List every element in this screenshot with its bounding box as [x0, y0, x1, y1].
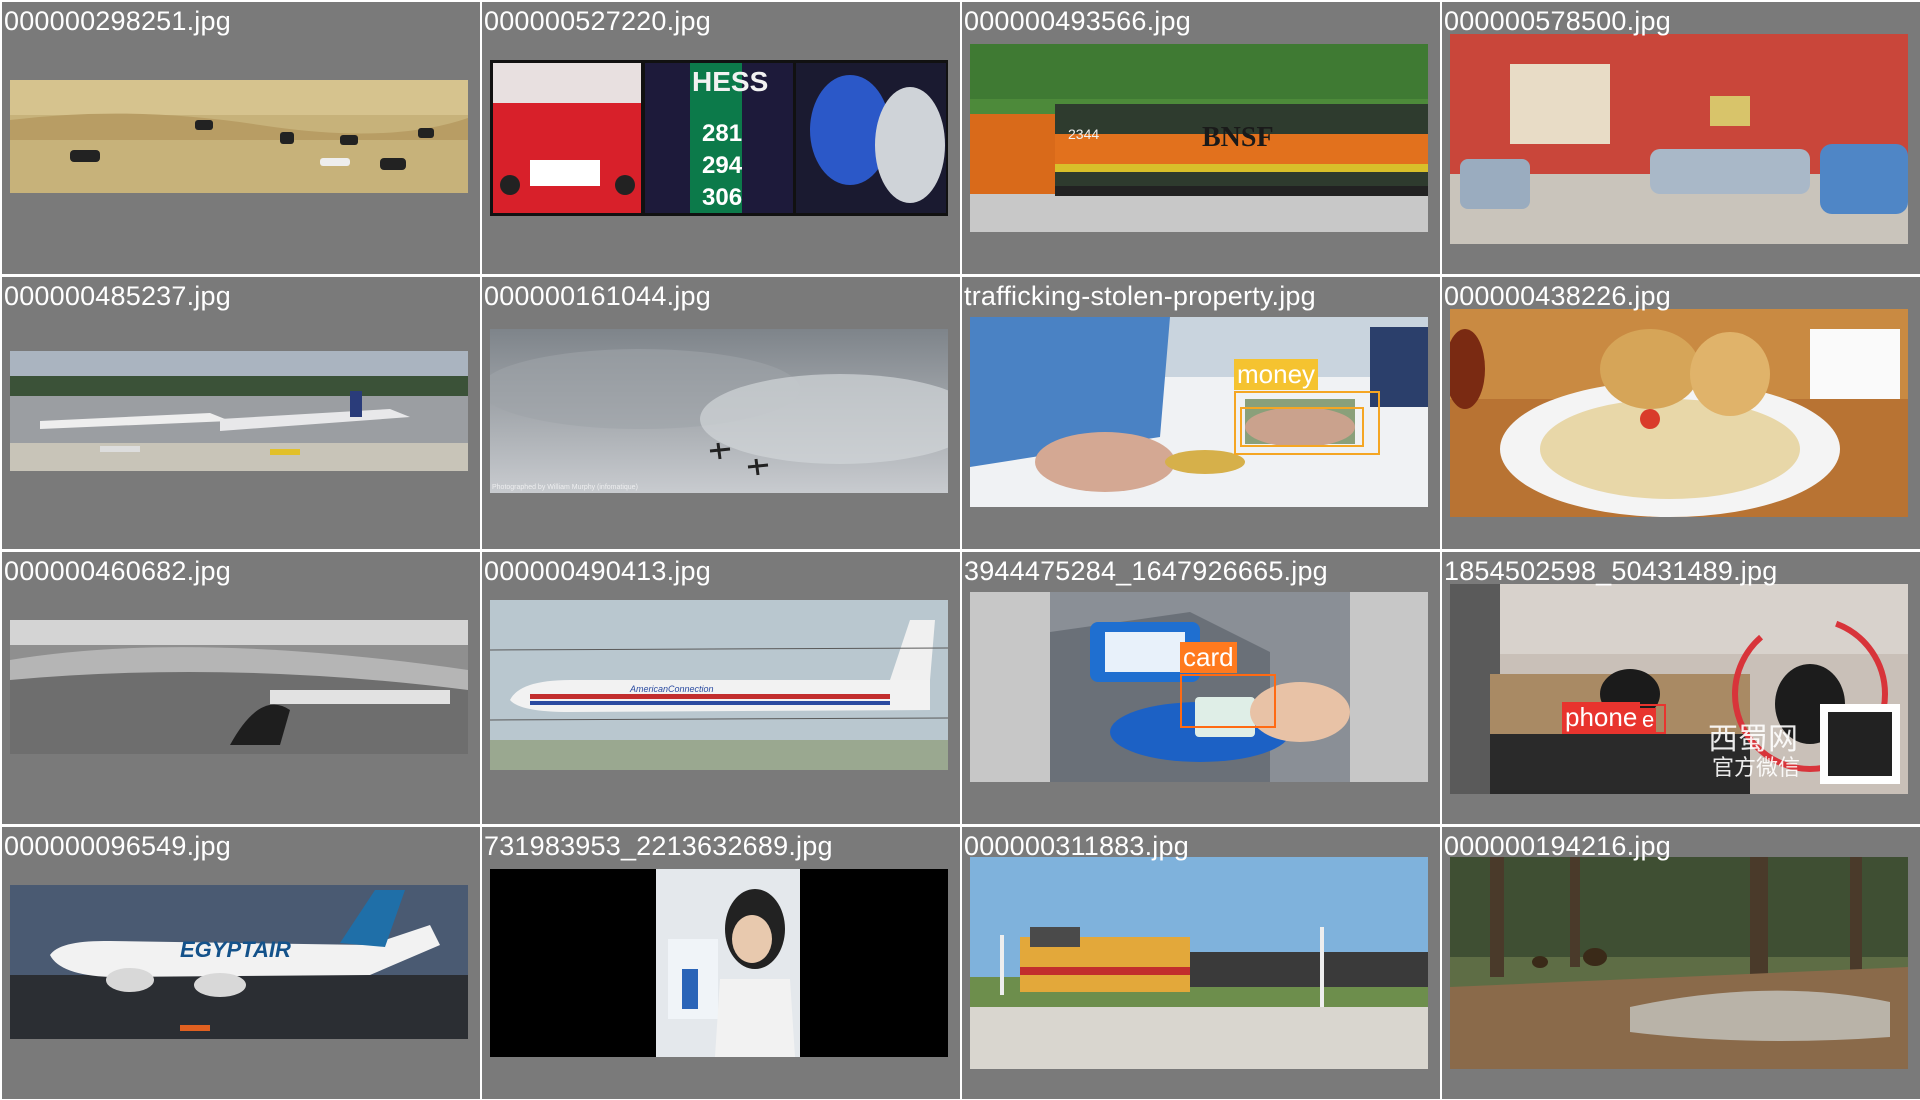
thumbnail-card-turnstile: card [970, 592, 1428, 782]
loco-number: 2344 [1068, 126, 1100, 142]
loco-brand: BNSF [1202, 122, 1274, 153]
tile-filename: 000000493566.jpg [964, 6, 1191, 36]
image-tile[interactable]: 000000578500.jpg [1442, 2, 1920, 274]
image-tile[interactable]: 000000527220.jpg HESS 281 294 306 [482, 2, 960, 274]
detection-label-card: card [1180, 642, 1237, 673]
thumbnail-woman-dispenser [490, 869, 948, 1057]
thumbnail-bears [1450, 857, 1908, 1069]
tile-filename: 000000311883.jpg [964, 831, 1189, 861]
thumbnail-collage: HESS 281 294 306 [490, 60, 948, 216]
price-1: 281 [702, 120, 743, 147]
image-tile[interactable]: 000000311883.jpg [962, 827, 1440, 1099]
image-tile[interactable]: 3944475284_1647926665.jpg card [962, 552, 1440, 824]
thumbnail-bw-landscape [10, 620, 468, 754]
thumbnail-sky-planes: Photographed by William Murphy (infomati… [490, 329, 948, 493]
detection-label-extra: e [1640, 707, 1657, 732]
tile-filename: 000000490413.jpg [484, 556, 711, 586]
tile-filename: 000000438226.jpg [1444, 281, 1671, 311]
image-tile[interactable]: 000000161044.jpg Photographed by William… [482, 277, 960, 549]
image-tile[interactable]: 1854502598_50431489.jpg phone e 西蜀网 官方微信 [1442, 552, 1920, 824]
image-tile[interactable]: 000000438226.jpg [1442, 277, 1920, 549]
thumbnail-shop-cctv: phone e 西蜀网 官方微信 [1450, 584, 1908, 794]
image-tile[interactable]: 000000096549.jpg EGYPTAIR [2, 827, 480, 1099]
airline-livery: EGYPTAIR [180, 937, 291, 962]
tile-filename: 1854502598_50431489.jpg [1444, 556, 1778, 586]
detection-label-money: money [1234, 359, 1319, 390]
hess-sign: HESS [692, 66, 769, 97]
image-tile[interactable]: trafficking-stolen-property.jpg money [962, 277, 1440, 549]
tile-filename: 3944475284_1647926665.jpg [964, 556, 1328, 586]
detection-label-phone: phone [1562, 702, 1641, 733]
detection-box-money-2 [1240, 407, 1364, 447]
airline-livery: AmericanConnection [630, 684, 714, 694]
price-2: 294 [702, 152, 743, 179]
tile-filename: 000000096549.jpg [4, 831, 231, 861]
price-3: 306 [702, 184, 743, 211]
thumbnail-living-room [1450, 34, 1908, 244]
thumbnail-freight-train [970, 857, 1428, 1069]
image-tile[interactable]: 000000490413.jpg AmericanConnection [482, 552, 960, 824]
thumbnail-food [1450, 309, 1908, 517]
image-tile[interactable]: 731983953_2213632689.jpg [482, 827, 960, 1099]
tile-filename: 000000485237.jpg [4, 281, 231, 311]
tile-filename: 731983953_2213632689.jpg [484, 831, 833, 861]
thumbnail-locomotive: BNSF 2344 [970, 44, 1428, 232]
tile-filename: 000000527220.jpg [484, 6, 711, 36]
image-tile[interactable]: 000000493566.jpg BNSF 2344 [962, 2, 1440, 274]
image-grid: 000000298251.jpg 000000527220.jpg HESS 2… [0, 0, 1920, 1100]
tile-filename: 000000161044.jpg [484, 281, 711, 311]
tile-filename: trafficking-stolen-property.jpg [964, 281, 1316, 311]
detection-box-card [1180, 674, 1276, 728]
image-tile[interactable]: 000000485237.jpg [2, 277, 480, 549]
thumbnail-money-hand: money [970, 317, 1428, 507]
image-tile[interactable]: 000000298251.jpg [2, 2, 480, 274]
thumbnail-egyptair: EGYPTAIR [10, 885, 468, 1039]
tile-filename: 000000298251.jpg [4, 6, 231, 36]
thumbnail-regional-jet: AmericanConnection [490, 600, 948, 770]
watermark-subtitle: 官方微信 [1712, 755, 1801, 780]
thumbnail-airport [10, 351, 468, 471]
image-tile[interactable]: 000000194216.jpg [1442, 827, 1920, 1099]
image-tile[interactable]: 000000460682.jpg [2, 552, 480, 824]
photo-credit: Photographed by William Murphy (infomati… [492, 484, 638, 491]
tile-filename: 000000460682.jpg [4, 556, 231, 586]
thumbnail-zebras [10, 80, 468, 193]
tile-filename: 000000194216.jpg [1444, 831, 1671, 861]
tile-filename: 000000578500.jpg [1444, 6, 1671, 36]
